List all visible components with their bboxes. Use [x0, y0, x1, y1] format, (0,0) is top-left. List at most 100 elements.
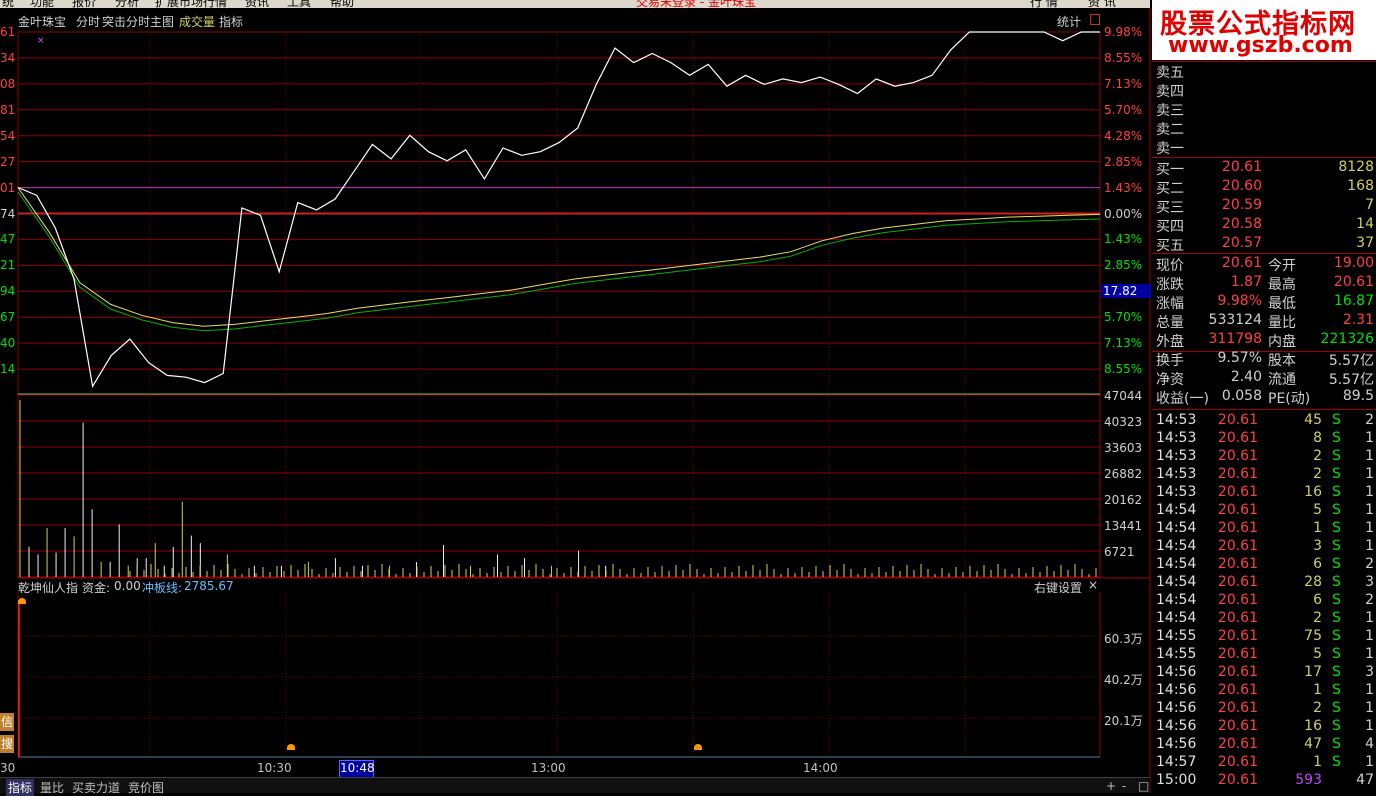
- tick-side: S: [1332, 484, 1341, 500]
- tick-side: S: [1332, 610, 1341, 626]
- tick-price: 20.61: [1217, 574, 1258, 590]
- indicator-name[interactable]: 乾坤仙人指: [18, 579, 78, 596]
- buy-level-price: 20.59: [1221, 197, 1262, 213]
- board-line-label: 冲板线:: [142, 581, 183, 595]
- buy-level-label: 买二: [1156, 181, 1184, 197]
- tick-side: S: [1332, 754, 1341, 770]
- quote-value: 20.61: [1221, 255, 1262, 271]
- tick-side: S: [1332, 430, 1341, 446]
- right-axis-label: 7.13%: [1104, 336, 1143, 351]
- side-button-search[interactable]: 搜: [0, 735, 14, 753]
- tick-time: 14:56: [1156, 700, 1197, 716]
- close-icon[interactable]: ×: [1088, 578, 1098, 592]
- tick-time: 14:53: [1156, 466, 1197, 482]
- tick-time: 14:54: [1156, 592, 1197, 608]
- tick-volume: 75: [1304, 628, 1322, 644]
- board-line-value: 2785.67: [184, 579, 234, 593]
- tick-time: 14:54: [1156, 610, 1197, 626]
- buy-level-price: 20.61: [1221, 159, 1262, 175]
- tick-volume: 2: [1313, 610, 1322, 626]
- right-axis-label: 8.55%: [1104, 362, 1143, 377]
- tick-price: 20.61: [1217, 556, 1258, 572]
- left-axis-label: 27: [0, 154, 16, 169]
- tick-price: 20.61: [1217, 682, 1258, 698]
- tick-side: S: [1332, 538, 1341, 554]
- quote-label: 今开: [1268, 258, 1296, 274]
- tick-time: 14:54: [1156, 574, 1197, 590]
- quote-value: 533124: [1208, 312, 1262, 328]
- tab-indicator[interactable]: 指标: [6, 779, 35, 796]
- buy-level-price: 20.60: [1221, 178, 1262, 194]
- tick-price: 20.61: [1217, 610, 1258, 626]
- tick-side: S: [1332, 412, 1341, 428]
- tick-count: 1: [1365, 610, 1374, 626]
- tick-count: 1: [1365, 538, 1374, 554]
- tick-volume: 8: [1313, 430, 1322, 446]
- tab-buy-sell-power[interactable]: 买卖力道: [72, 779, 120, 796]
- side-button-info[interactable]: 信: [0, 713, 14, 731]
- tick-side: S: [1332, 718, 1341, 734]
- tick-time: 14:54: [1156, 538, 1197, 554]
- tick-price: 20.61: [1217, 520, 1258, 536]
- quote-label: 外盘: [1156, 334, 1184, 350]
- tick-count: 1: [1365, 448, 1374, 464]
- tab-volume-ratio[interactable]: 量比: [40, 779, 64, 796]
- tick-volume: 2: [1313, 466, 1322, 482]
- tick-time: 14:53: [1156, 412, 1197, 428]
- tick-volume: 6: [1313, 556, 1322, 572]
- layout-button[interactable]: □: [1138, 779, 1149, 793]
- zoom-out-button[interactable]: -: [1122, 779, 1126, 793]
- left-axis-label: 74: [0, 206, 16, 221]
- quote-label: 净资: [1156, 372, 1184, 388]
- quote-label: 换手: [1156, 353, 1184, 369]
- tick-price: 20.61: [1217, 466, 1258, 482]
- tick-price: 20.61: [1217, 664, 1258, 680]
- left-axis-label: 94: [0, 284, 16, 299]
- tick-time: 14:57: [1156, 754, 1197, 770]
- buy-level-volume: 168: [1347, 178, 1374, 194]
- tick-count: 2: [1365, 592, 1374, 608]
- tick-time: 14:53: [1156, 448, 1197, 464]
- time-label-1030: 10:30: [257, 761, 292, 775]
- quote-label: 股本: [1268, 353, 1296, 369]
- tick-volume: 28: [1304, 574, 1322, 590]
- tick-time: 14:56: [1156, 664, 1197, 680]
- left-axis-label: 61: [0, 25, 16, 39]
- tick-count: 1: [1365, 430, 1374, 446]
- tick-side: S: [1332, 646, 1341, 662]
- right-axis-label: 7.13%: [1104, 76, 1143, 91]
- tick-time: 15:00: [1156, 772, 1197, 788]
- quote-value: 221326: [1320, 331, 1374, 347]
- tick-volume: 16: [1304, 718, 1322, 734]
- quote-value: 16.87: [1333, 293, 1374, 309]
- quote-value: 0.058: [1221, 388, 1262, 404]
- buy-level-volume: 8128: [1338, 159, 1374, 175]
- signal-marker-icon: [287, 744, 295, 750]
- tab-auction[interactable]: 竞价图: [128, 779, 164, 796]
- right-axis-label: 0.00%: [1104, 206, 1143, 221]
- buy-level-label: 买三: [1156, 200, 1184, 216]
- time-label-open: 30: [0, 761, 16, 775]
- tick-count: 2: [1365, 412, 1374, 428]
- sell-level-label: 卖二: [1156, 122, 1184, 138]
- chart-grid: [17, 8, 1151, 792]
- tick-time: 14:55: [1156, 628, 1197, 644]
- zoom-in-button[interactable]: +: [1106, 779, 1116, 793]
- tick-time: 14:56: [1156, 718, 1197, 734]
- tick-side: S: [1332, 682, 1341, 698]
- tick-time: 14:54: [1156, 502, 1197, 518]
- buy-level-volume: 14: [1356, 216, 1374, 232]
- sell-level-label: 卖一: [1156, 141, 1184, 157]
- tick-volume: 16: [1304, 484, 1322, 500]
- left-axis-label: 21: [0, 258, 16, 273]
- tick-price: 20.61: [1217, 754, 1258, 770]
- quote-value: 2.31: [1342, 312, 1374, 328]
- indicator-settings[interactable]: 右键设置: [1034, 579, 1082, 596]
- tick-price: 20.61: [1217, 700, 1258, 716]
- quote-value: 9.57%: [1217, 350, 1262, 366]
- tick-count: 1: [1365, 628, 1374, 644]
- tick-time: 14:54: [1156, 556, 1197, 572]
- tick-time: 14:53: [1156, 430, 1197, 446]
- signal-marker-icon: [18, 598, 26, 604]
- tick-price: 20.61: [1217, 736, 1258, 752]
